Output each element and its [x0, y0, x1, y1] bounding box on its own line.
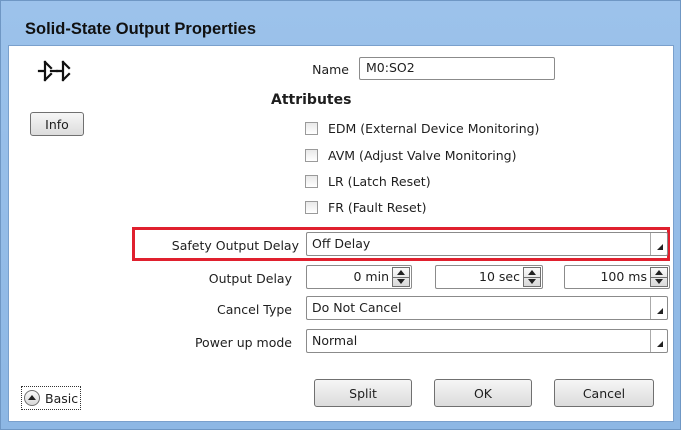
- dialog-title: Solid-State Output Properties: [25, 20, 257, 38]
- spin-updown-icon[interactable]: [392, 267, 410, 287]
- ok-button[interactable]: OK: [434, 379, 532, 407]
- name-label: Name: [312, 62, 349, 77]
- avm-checkbox[interactable]: [305, 148, 318, 162]
- fr-label: FR (Fault Reset): [328, 199, 427, 215]
- dropdown-arrow-icon[interactable]: [650, 297, 667, 319]
- avm-checkbox-row[interactable]: AVM (Adjust Valve Monitoring): [305, 146, 516, 164]
- attributes-heading: Attributes: [271, 92, 352, 108]
- basic-toggle-button[interactable]: Basic: [21, 386, 82, 410]
- chevron-up-icon: [24, 390, 40, 406]
- split-button[interactable]: Split: [314, 379, 412, 407]
- info-button[interactable]: Info: [30, 112, 84, 136]
- spin-updown-icon[interactable]: [650, 267, 668, 287]
- power-up-mode-select[interactable]: Normal: [306, 329, 668, 353]
- power-up-mode-label: Power up mode: [194, 335, 292, 350]
- output-delay-min-stepper[interactable]: 0 min: [306, 265, 412, 289]
- edm-label: EDM (External Device Monitoring): [328, 120, 540, 136]
- safety-output-delay-value: Off Delay: [312, 236, 371, 251]
- fr-checkbox[interactable]: [305, 200, 318, 214]
- cancel-button[interactable]: Cancel: [554, 379, 654, 407]
- power-up-mode-value: Normal: [312, 333, 358, 348]
- solid-state-output-icon: [37, 60, 71, 82]
- dropdown-arrow-icon[interactable]: [650, 233, 667, 255]
- safety-output-delay-select[interactable]: Off Delay: [306, 232, 668, 256]
- spin-updown-icon[interactable]: [523, 267, 541, 287]
- title-bar[interactable]: Solid-State Output Properties: [1, 1, 680, 45]
- output-delay-label: Output Delay: [208, 271, 292, 286]
- dialog-content: Info Name M0:SO2 Attributes EDM (Externa…: [8, 45, 674, 422]
- lr-checkbox[interactable]: [305, 174, 318, 188]
- cancel-type-select[interactable]: Do Not Cancel: [306, 296, 668, 320]
- cancel-type-value: Do Not Cancel: [312, 300, 402, 315]
- edm-checkbox[interactable]: [305, 121, 318, 135]
- safety-output-delay-label: Safety Output Delay: [171, 238, 299, 253]
- output-delay-sec-stepper[interactable]: 10 sec: [435, 265, 543, 289]
- cancel-type-label: Cancel Type: [216, 302, 292, 317]
- dropdown-arrow-icon[interactable]: [650, 330, 667, 352]
- name-field[interactable]: M0:SO2: [359, 57, 555, 80]
- output-delay-min-value: 0 min: [353, 269, 390, 284]
- avm-label: AVM (Adjust Valve Monitoring): [328, 147, 517, 163]
- output-delay-ms-stepper[interactable]: 100 ms: [564, 265, 670, 289]
- edm-checkbox-row[interactable]: EDM (External Device Monitoring): [305, 119, 539, 137]
- lr-label: LR (Latch Reset): [328, 173, 431, 189]
- output-delay-sec-value: 10 sec: [479, 269, 520, 284]
- basic-label: Basic: [45, 390, 79, 406]
- properties-dialog: Solid-State Output Properties Info Name …: [0, 0, 681, 430]
- lr-checkbox-row[interactable]: LR (Latch Reset): [305, 172, 431, 190]
- output-delay-ms-value: 100 ms: [600, 269, 647, 284]
- fr-checkbox-row[interactable]: FR (Fault Reset): [305, 198, 427, 216]
